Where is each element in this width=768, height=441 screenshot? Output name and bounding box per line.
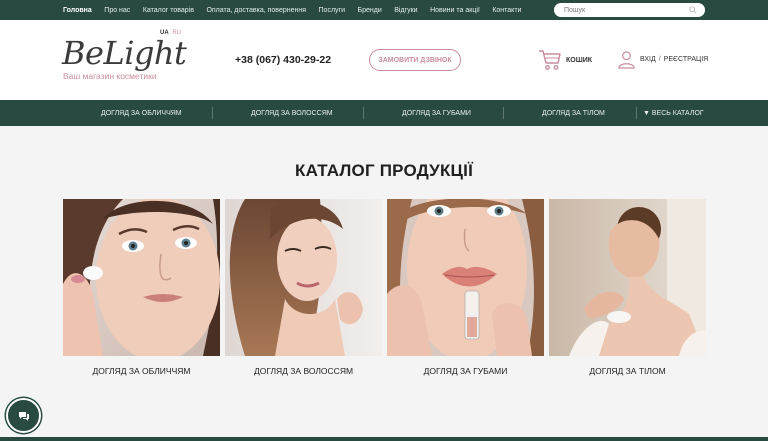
lip-care-image[interactable] xyxy=(387,199,544,356)
logo-tagline: Ваш магазин косметики xyxy=(63,71,157,81)
category-divider xyxy=(636,107,637,119)
search-input[interactable] xyxy=(564,6,689,14)
callback-button[interactable]: ЗАМОВИТИ ДЗВІНОК xyxy=(369,49,461,71)
login-link[interactable]: ВХІД xyxy=(640,56,656,63)
face-care-image[interactable] xyxy=(63,199,220,356)
login-separator: / xyxy=(658,56,661,63)
cart-icon xyxy=(539,50,561,70)
topnav-services[interactable]: Послуги xyxy=(319,7,345,14)
lang-ru[interactable]: RU xyxy=(172,30,181,36)
top-bar: Головна Про нас Каталог товарів Оплата, … xyxy=(0,0,768,20)
all-catalog-dropdown[interactable]: ▼ ВЕСЬ КАТАЛОГ xyxy=(643,100,704,126)
phone-number[interactable]: +38 (067) 430-29-22 xyxy=(235,54,331,66)
topnav-home[interactable]: Головна xyxy=(63,7,92,14)
category-navigation: ДОГЛЯД ЗА ОБЛИЧЧЯМ ДОГЛЯД ЗА ВОЛОССЯМ ДО… xyxy=(0,100,768,126)
category-card-lips[interactable]: ДОГЛЯД ЗА ГУБАМИ xyxy=(387,199,544,376)
top-navigation: Головна Про нас Каталог товарів Оплата, … xyxy=(63,0,534,20)
category-hair-care[interactable]: ДОГЛЯД ЗА ВОЛОССЯМ xyxy=(251,100,333,126)
category-body-care[interactable]: ДОГЛЯД ЗА ТІЛОМ xyxy=(542,100,605,126)
category-card-hair[interactable]: ДОГЛЯД ЗА ВОЛОССЯМ xyxy=(225,199,382,376)
cart-link[interactable]: КОШИК xyxy=(538,48,592,72)
cart-label: КОШИК xyxy=(566,56,593,64)
account-area: ВХІД / РЕЄСТРАЦІЯ xyxy=(617,50,708,69)
category-divider xyxy=(503,107,504,119)
topnav-reviews[interactable]: Відгуки xyxy=(394,7,417,14)
category-divider xyxy=(363,107,364,119)
body-care-label[interactable]: ДОГЛЯД ЗА ТІЛОМ xyxy=(549,366,706,376)
hair-care-label[interactable]: ДОГЛЯД ЗА ВОЛОССЯМ xyxy=(225,366,382,376)
lang-ua[interactable]: UA xyxy=(160,30,169,36)
search-box xyxy=(554,3,705,17)
category-card-body[interactable]: ДОГЛЯД ЗА ТІЛОМ xyxy=(549,199,706,376)
user-icon xyxy=(618,51,635,69)
language-switcher: UA RU xyxy=(160,30,181,36)
register-link[interactable]: РЕЄСТРАЦІЯ xyxy=(664,56,709,63)
category-card-face[interactable]: ДОГЛЯД ЗА ОБЛИЧЧЯМ xyxy=(63,199,220,376)
category-lip-care[interactable]: ДОГЛЯД ЗА ГУБАМИ xyxy=(402,100,471,126)
chat-widget-button[interactable] xyxy=(6,398,41,433)
category-face-care[interactable]: ДОГЛЯД ЗА ОБЛИЧЧЯМ xyxy=(101,100,182,126)
topnav-news[interactable]: Новини та акції xyxy=(430,7,480,14)
chat-icon xyxy=(18,411,29,421)
topnav-contacts[interactable]: Контакти xyxy=(492,7,521,14)
topnav-brands[interactable]: Бренди xyxy=(358,7,382,14)
footer-strip xyxy=(0,437,768,441)
lip-care-label[interactable]: ДОГЛЯД ЗА ГУБАМИ xyxy=(387,366,544,376)
category-divider xyxy=(212,107,213,119)
face-care-label[interactable]: ДОГЛЯД ЗА ОБЛИЧЧЯМ xyxy=(63,366,220,376)
topnav-payment-delivery[interactable]: Оплата, доставка, повернення xyxy=(206,7,306,14)
search-icon[interactable] xyxy=(689,6,697,14)
logo[interactable]: BeLight xyxy=(62,34,187,72)
page-title: КАТАЛОГ ПРОДУКЦІЇ xyxy=(295,161,473,180)
site-header: BeLight UA RU Ваш магазин косметики +38 … xyxy=(0,20,768,100)
body-care-image[interactable] xyxy=(549,199,706,356)
topnav-catalog[interactable]: Каталог товарів xyxy=(143,7,194,14)
hair-care-image[interactable] xyxy=(225,199,382,356)
topnav-about[interactable]: Про нас xyxy=(104,7,130,14)
